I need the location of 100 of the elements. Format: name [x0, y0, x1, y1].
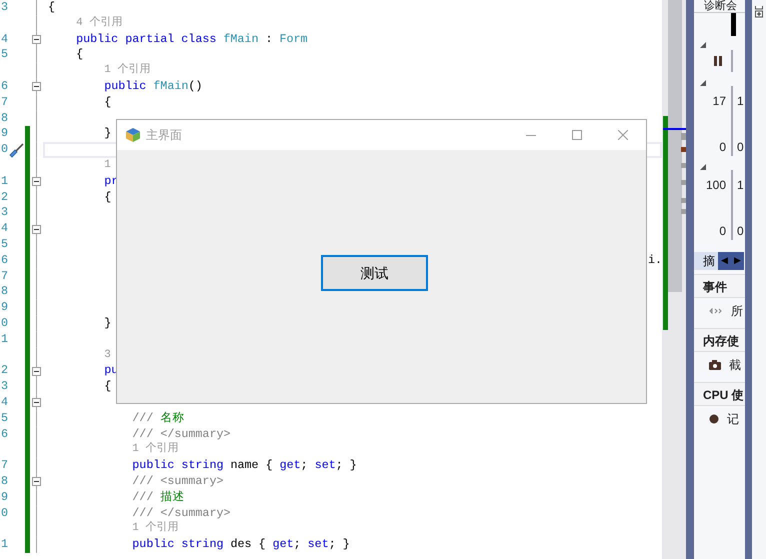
line-number: 4 [0, 394, 8, 409]
panel-tab[interactable]: 摘 [694, 252, 718, 270]
test-button[interactable]: 测试 [321, 255, 428, 291]
line-number: 7 [0, 458, 8, 472]
overview-mark [681, 147, 686, 152]
axis-min-label: 0 [718, 139, 726, 156]
line-number: 5 [0, 410, 8, 425]
reference-count[interactable]: 1 个引用 [132, 521, 178, 538]
expand-icon[interactable] [755, 6, 763, 18]
reference-count[interactable]: 1 个引用 [132, 442, 178, 458]
line-number: 5 [0, 236, 8, 251]
axis-min-label: 0 [718, 223, 726, 240]
line-number: 1 [0, 332, 8, 346]
line-number: 7 [0, 94, 8, 109]
pause-icon[interactable] [714, 56, 722, 66]
line-number: 6 [0, 426, 8, 441]
code-line: { [104, 190, 112, 206]
code-line: public string name { get; set; } [132, 458, 357, 474]
section-header: 内存使 [694, 328, 745, 352]
line-number: 1 [0, 174, 8, 188]
tab-scroll-button[interactable]: ▶ [731, 252, 744, 270]
collapse-icon[interactable] [700, 42, 706, 48]
line-number: 6 [0, 78, 8, 93]
line-number: 3 [0, 205, 8, 220]
caret-marker [663, 128, 686, 130]
code-line: { [76, 47, 84, 64]
line-number: 0 [0, 142, 8, 156]
overview-mark [681, 163, 686, 168]
collapse-icon[interactable] [32, 366, 41, 376]
code-line: { [48, 0, 56, 16]
collapse-icon[interactable] [32, 177, 41, 186]
overview-mark [681, 209, 686, 214]
record-icon [709, 414, 719, 424]
timeline-marker[interactable] [731, 13, 736, 36]
code-line: /// </summary> [132, 426, 230, 442]
line-number: 0 [0, 316, 8, 330]
overview-mark [681, 198, 686, 203]
line-number: 7 [0, 268, 8, 283]
line-number: 9 [0, 126, 8, 140]
code-line: public string des { get; set; } [132, 537, 350, 553]
code-line: /// </summary> [132, 506, 230, 521]
line-number: 9 [0, 490, 8, 504]
code-line: public fMain() [104, 78, 202, 95]
line-number: 5 [0, 47, 8, 62]
code-line: /// 描述 [132, 490, 184, 506]
section-item[interactable]: 记 [727, 410, 739, 428]
line-number: 9 [0, 300, 8, 314]
code-line: /// <summary> [132, 474, 224, 490]
close-icon [618, 130, 628, 140]
code-line: } [104, 316, 112, 332]
reference-count[interactable]: 4 个引用 [76, 16, 122, 32]
code-line: pr [104, 174, 118, 190]
axis-max-label: 100 [704, 177, 726, 194]
code-line: { [104, 379, 112, 395]
line-number: 4 [0, 221, 8, 236]
collapse-icon[interactable] [32, 398, 41, 408]
line-number: 4 [0, 32, 8, 46]
code-line: public partial class fMain : Form [76, 32, 308, 48]
section-item[interactable]: 截 [729, 356, 741, 374]
reference-count[interactable]: 1 个引用 [104, 63, 150, 79]
line-number: 3 [0, 0, 8, 14]
section-header: CPU 使 [694, 382, 745, 406]
collapse-icon[interactable] [700, 80, 706, 86]
tab-scroll-button[interactable]: ◀ [718, 252, 731, 270]
reference-count[interactable]: 3 [104, 348, 111, 364]
axis-min-label: 0 [737, 139, 744, 156]
window-title: 主界面 [146, 127, 182, 144]
collapse-icon[interactable] [32, 82, 41, 92]
events-icon [709, 308, 723, 314]
code-line: /// 名称 [132, 410, 184, 427]
graph-axis [731, 170, 733, 240]
scroll-thumb[interactable] [668, 0, 682, 292]
section-header: 事件 [694, 274, 745, 298]
code-line: } [104, 126, 112, 142]
collapse-icon[interactable] [32, 477, 41, 486]
code-line: i. [648, 252, 662, 269]
graph-axis [731, 86, 733, 156]
line-number: 0 [0, 506, 8, 520]
reference-count[interactable]: 1 [104, 158, 111, 174]
line-number: 8 [0, 284, 8, 298]
line-number: 1 [0, 537, 8, 552]
section-item[interactable]: 所 [731, 302, 743, 320]
axis-max-label: 1 [737, 177, 744, 194]
axis-max-label: 1 [737, 93, 744, 110]
collapse-icon[interactable] [32, 34, 41, 44]
code-line: { [104, 94, 112, 111]
screwdriver-icon[interactable] [8, 142, 24, 158]
line-number: 2 [0, 363, 8, 378]
axis-min-label: 0 [737, 223, 744, 240]
collapse-icon[interactable] [700, 164, 706, 170]
camera-icon [709, 360, 721, 370]
line-number: 8 [0, 474, 8, 488]
axis-max-label: 17 [712, 93, 726, 110]
line-number: 3 [0, 379, 8, 394]
cube-icon [125, 127, 141, 143]
line-number: 2 [0, 190, 8, 204]
maximize-icon [572, 130, 582, 140]
collapse-icon[interactable] [32, 224, 41, 234]
line-number: 8 [0, 110, 8, 125]
line-number: 6 [0, 252, 8, 267]
